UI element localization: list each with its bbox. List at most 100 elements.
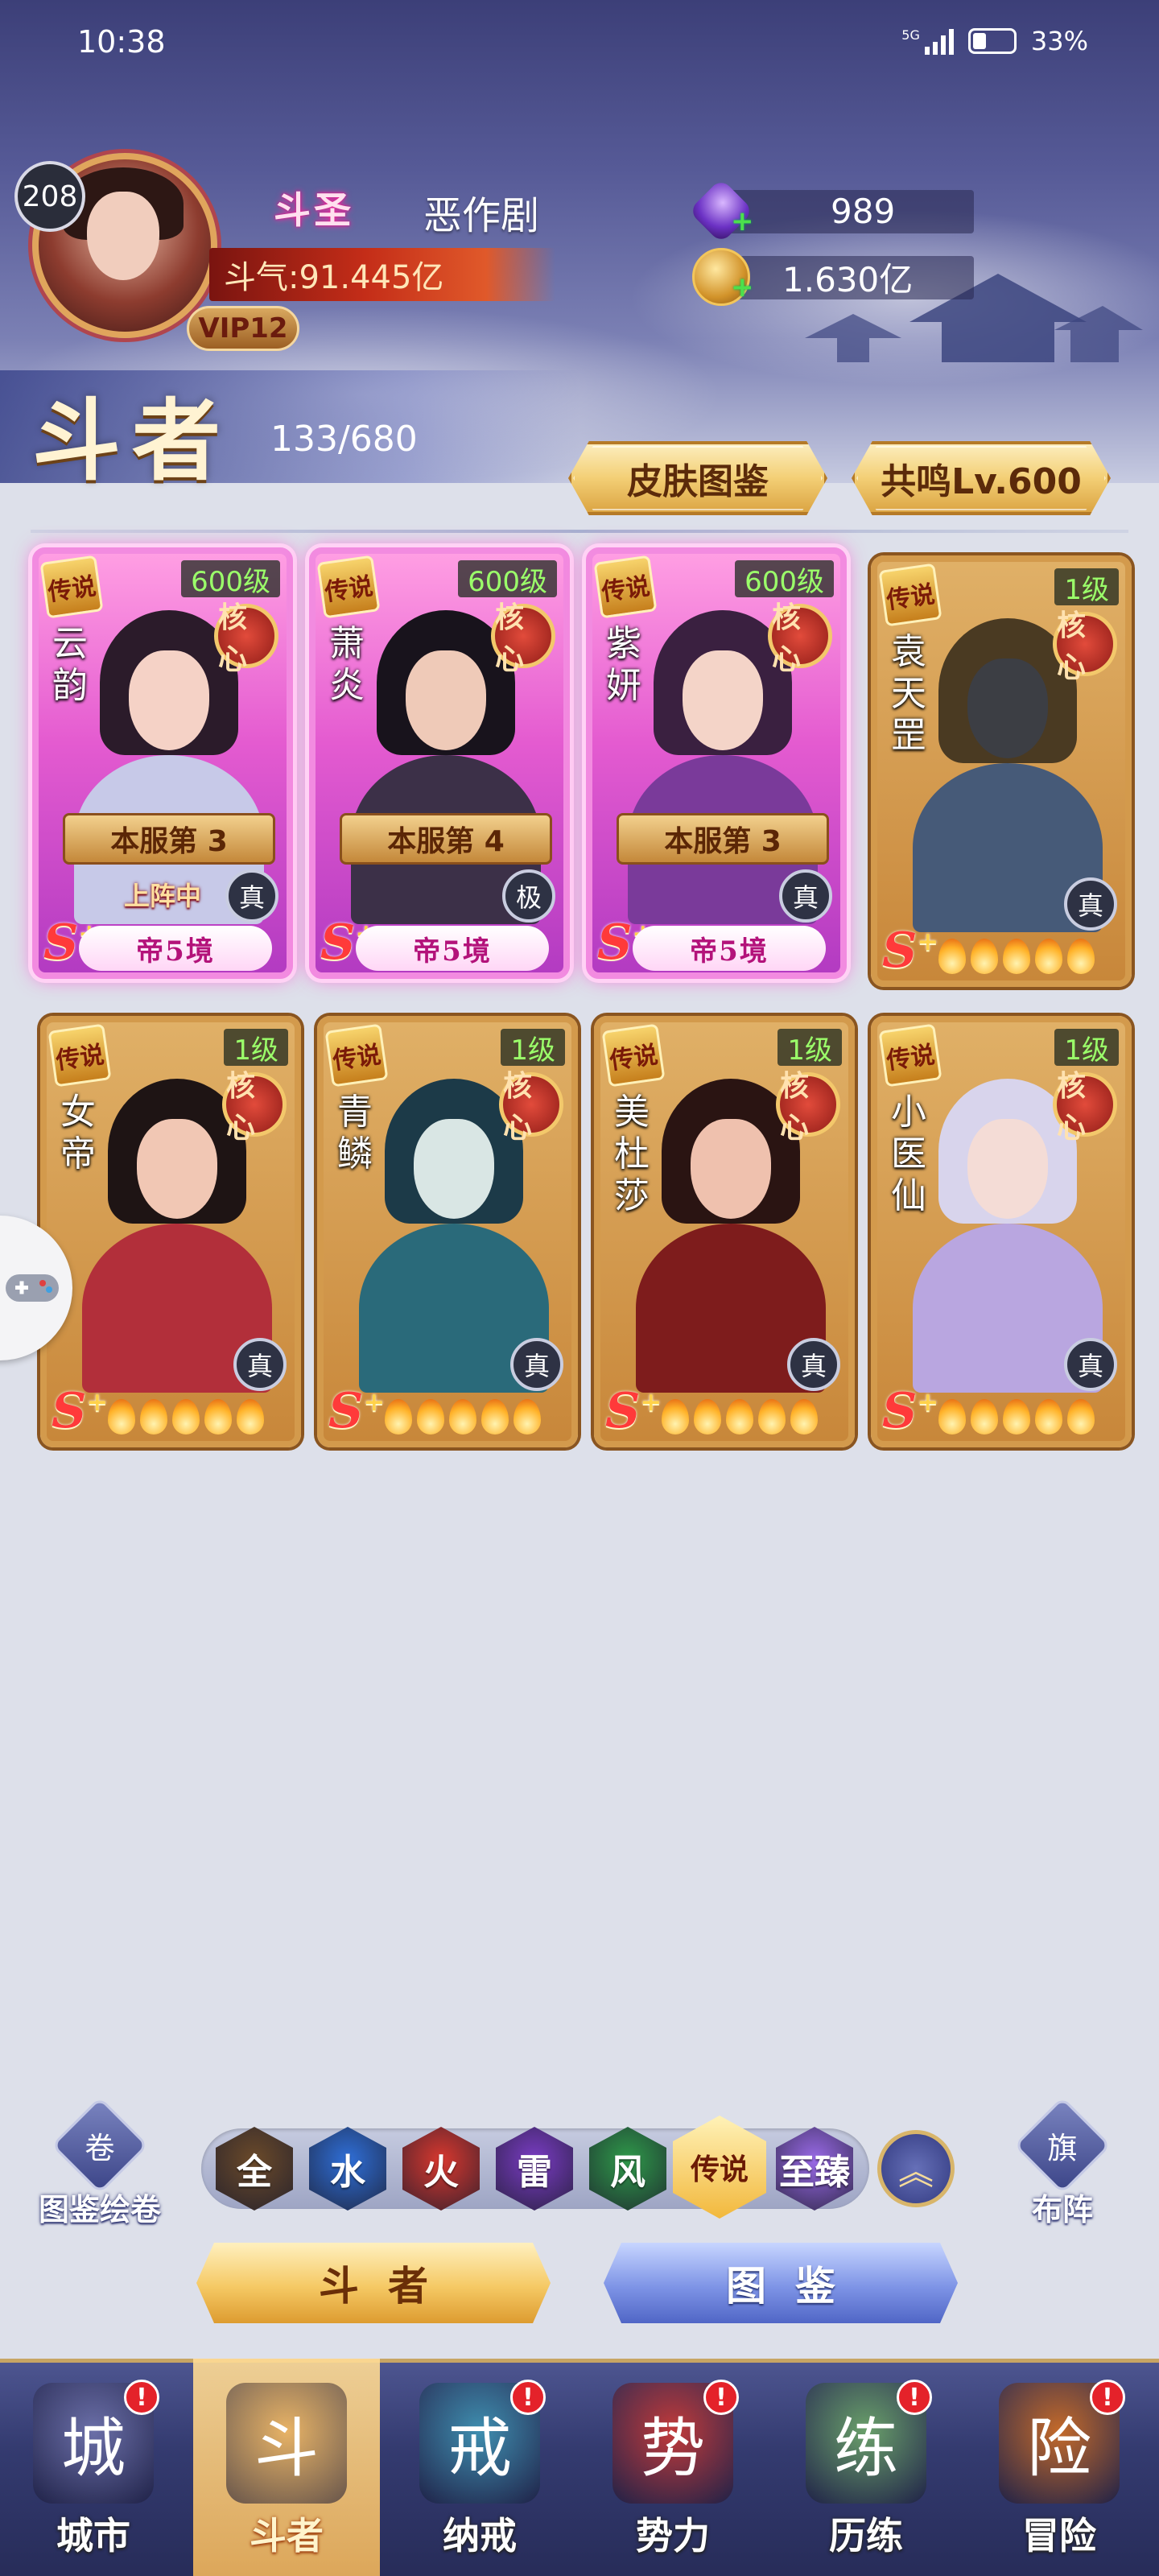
grade-badge: S+ <box>52 1383 108 1439</box>
hero-name: 云韵 <box>52 623 88 706</box>
flame-icon <box>1035 1399 1062 1435</box>
flame-icon <box>938 939 966 974</box>
flame-icon <box>172 1399 200 1435</box>
grade-plus: + <box>640 1386 662 1417</box>
quality-badge: 真 <box>779 869 832 923</box>
collapse-up-button[interactable]: ︽ <box>877 2130 955 2207</box>
quality-badge: 真 <box>787 1338 840 1391</box>
nav-item-1[interactable]: 斗斗者 <box>193 2359 380 2576</box>
hero-portrait-face <box>683 650 763 750</box>
hero-level: 1级 <box>501 1029 565 1067</box>
flame-icon <box>449 1399 476 1435</box>
hero-card[interactable]: 传说 1级 核心 青鳞 S+ 真 <box>317 1016 578 1447</box>
gamepad-icon <box>6 1274 59 1302</box>
hero-portrait-face <box>137 1119 217 1219</box>
flame-icon <box>758 1399 786 1435</box>
hero-card[interactable]: 传说 1级 核心 袁天罡 S+ 真 <box>871 555 1132 987</box>
hero-level: 600级 <box>181 560 280 598</box>
server-rank-plate: 本服第 3 <box>63 813 275 865</box>
legend-badge: 传说 <box>878 563 942 627</box>
nav-label: 冒险 <box>1022 2514 1096 2557</box>
formation-label: 布阵 <box>1031 2191 1093 2227</box>
hero-card[interactable]: 传说600级核心紫妍本服第 3S+真帝5境 <box>586 547 847 979</box>
legend-badge: 传说 <box>601 1023 666 1088</box>
gold-resource[interactable]: + 1.630亿 <box>692 248 974 306</box>
server-rank-plate: 本服第 3 <box>617 813 829 865</box>
quality-badge: 真 <box>225 869 278 923</box>
hero-level: 1级 <box>777 1029 842 1067</box>
core-badge: 核心 <box>491 601 555 676</box>
nav-item-2[interactable]: 戒纳戒! <box>386 2359 573 2576</box>
add-gold-icon[interactable]: + <box>731 274 755 301</box>
add-crystal-icon[interactable]: + <box>731 208 755 235</box>
flame-icon <box>1003 1399 1030 1435</box>
hero-portrait-face <box>406 650 486 750</box>
nav-item-5[interactable]: 险冒险! <box>966 2359 1153 2576</box>
notification-badge: ! <box>124 2380 159 2415</box>
grade-letter: S <box>597 914 633 971</box>
flame-icon <box>514 1399 541 1435</box>
star-flames <box>938 1399 1095 1435</box>
hero-card[interactable]: 传说600级核心云韵本服第 3上阵中S+真帝5境 <box>32 547 293 979</box>
flame-icon <box>204 1399 232 1435</box>
nav-item-4[interactable]: 练历练! <box>773 2359 959 2576</box>
flame-icon <box>108 1399 135 1435</box>
skin-codex-button[interactable]: 皮肤图鉴 <box>568 441 827 515</box>
codex-tab-button[interactable]: 图鉴 <box>604 2243 958 2323</box>
nav-item-0[interactable]: 城城市! <box>0 2359 187 2576</box>
fighters-tab-button[interactable]: 斗者 <box>196 2243 551 2323</box>
gold-value: 1.630亿 <box>782 259 914 299</box>
star-flames <box>108 1399 264 1435</box>
resonance-button[interactable]: 共鸣Lv.600 <box>852 441 1111 515</box>
legend-badge: 传说 <box>316 555 381 619</box>
status-indicators: 5G 33% <box>901 26 1088 56</box>
hero-card[interactable]: 传说600级核心萧炎本服第 4S+极帝5境 <box>309 547 570 979</box>
flame-icon <box>1003 939 1030 974</box>
notification-badge: ! <box>510 2380 546 2415</box>
legend-badge: 传说 <box>39 555 104 619</box>
hero-name: 袁天罡 <box>891 631 926 756</box>
flame-icon <box>726 1399 753 1435</box>
grade-letter: S <box>320 914 356 971</box>
quality-badge: 真 <box>1064 877 1117 931</box>
grade-badge: S+ <box>882 1383 938 1439</box>
grade-plus: + <box>363 1386 386 1417</box>
rank-title: 斗圣 <box>274 188 354 232</box>
nav-item-3[interactable]: 势势力! <box>580 2359 766 2576</box>
hero-card[interactable]: 传说 1级 核心 美杜莎 S+ 真 <box>594 1016 855 1447</box>
hero-name: 萧炎 <box>329 623 365 706</box>
star-flames <box>938 939 1095 974</box>
hero-portrait-face <box>414 1119 494 1219</box>
hero-level: 1级 <box>1054 568 1119 606</box>
hero-level: 600级 <box>458 560 557 598</box>
crystal-resource[interactable]: + 989 <box>688 178 974 244</box>
realm-ribbon: 帝5境 <box>356 926 549 971</box>
nav-label: 势力 <box>636 2514 710 2557</box>
flame-icon <box>971 1399 998 1435</box>
grade-letter: S <box>43 914 79 971</box>
hero-card[interactable]: 传说 1级 核心 女帝 S+ 真 <box>40 1016 301 1447</box>
realm-ribbon: 帝5境 <box>633 926 826 971</box>
crystal-value: 989 <box>831 191 896 231</box>
quality-badge: 真 <box>1064 1338 1117 1391</box>
signal-icon: 5G <box>901 27 954 55</box>
quality-badge: 真 <box>510 1338 563 1391</box>
fighter-count: 133/680 <box>270 419 418 460</box>
legend-badge: 传说 <box>324 1023 389 1088</box>
flame-icon <box>1067 1399 1095 1435</box>
core-badge: 核心 <box>768 601 832 676</box>
flame-icon <box>790 1399 818 1435</box>
vip-badge[interactable]: VIP12 <box>187 306 299 351</box>
flame-icon <box>385 1399 412 1435</box>
hero-card[interactable]: 传说 1级 核心 小医仙 S+ 真 <box>871 1016 1132 1447</box>
codex-scroll-button[interactable]: 卷 图鉴绘卷 <box>19 2096 180 2238</box>
grade-plus: + <box>86 1386 109 1417</box>
notification-badge: ! <box>1090 2380 1125 2415</box>
legend-badge: 传说 <box>47 1023 112 1088</box>
status-time: 10:38 <box>77 24 166 60</box>
formation-button[interactable]: 旗 布阵 <box>982 2096 1143 2238</box>
fighter-icon: 斗 <box>226 2383 347 2504</box>
power-display: 斗气:91.445亿 <box>209 248 555 301</box>
hero-name: 青鳞 <box>337 1092 373 1174</box>
hero-name: 小医仙 <box>891 1092 926 1216</box>
